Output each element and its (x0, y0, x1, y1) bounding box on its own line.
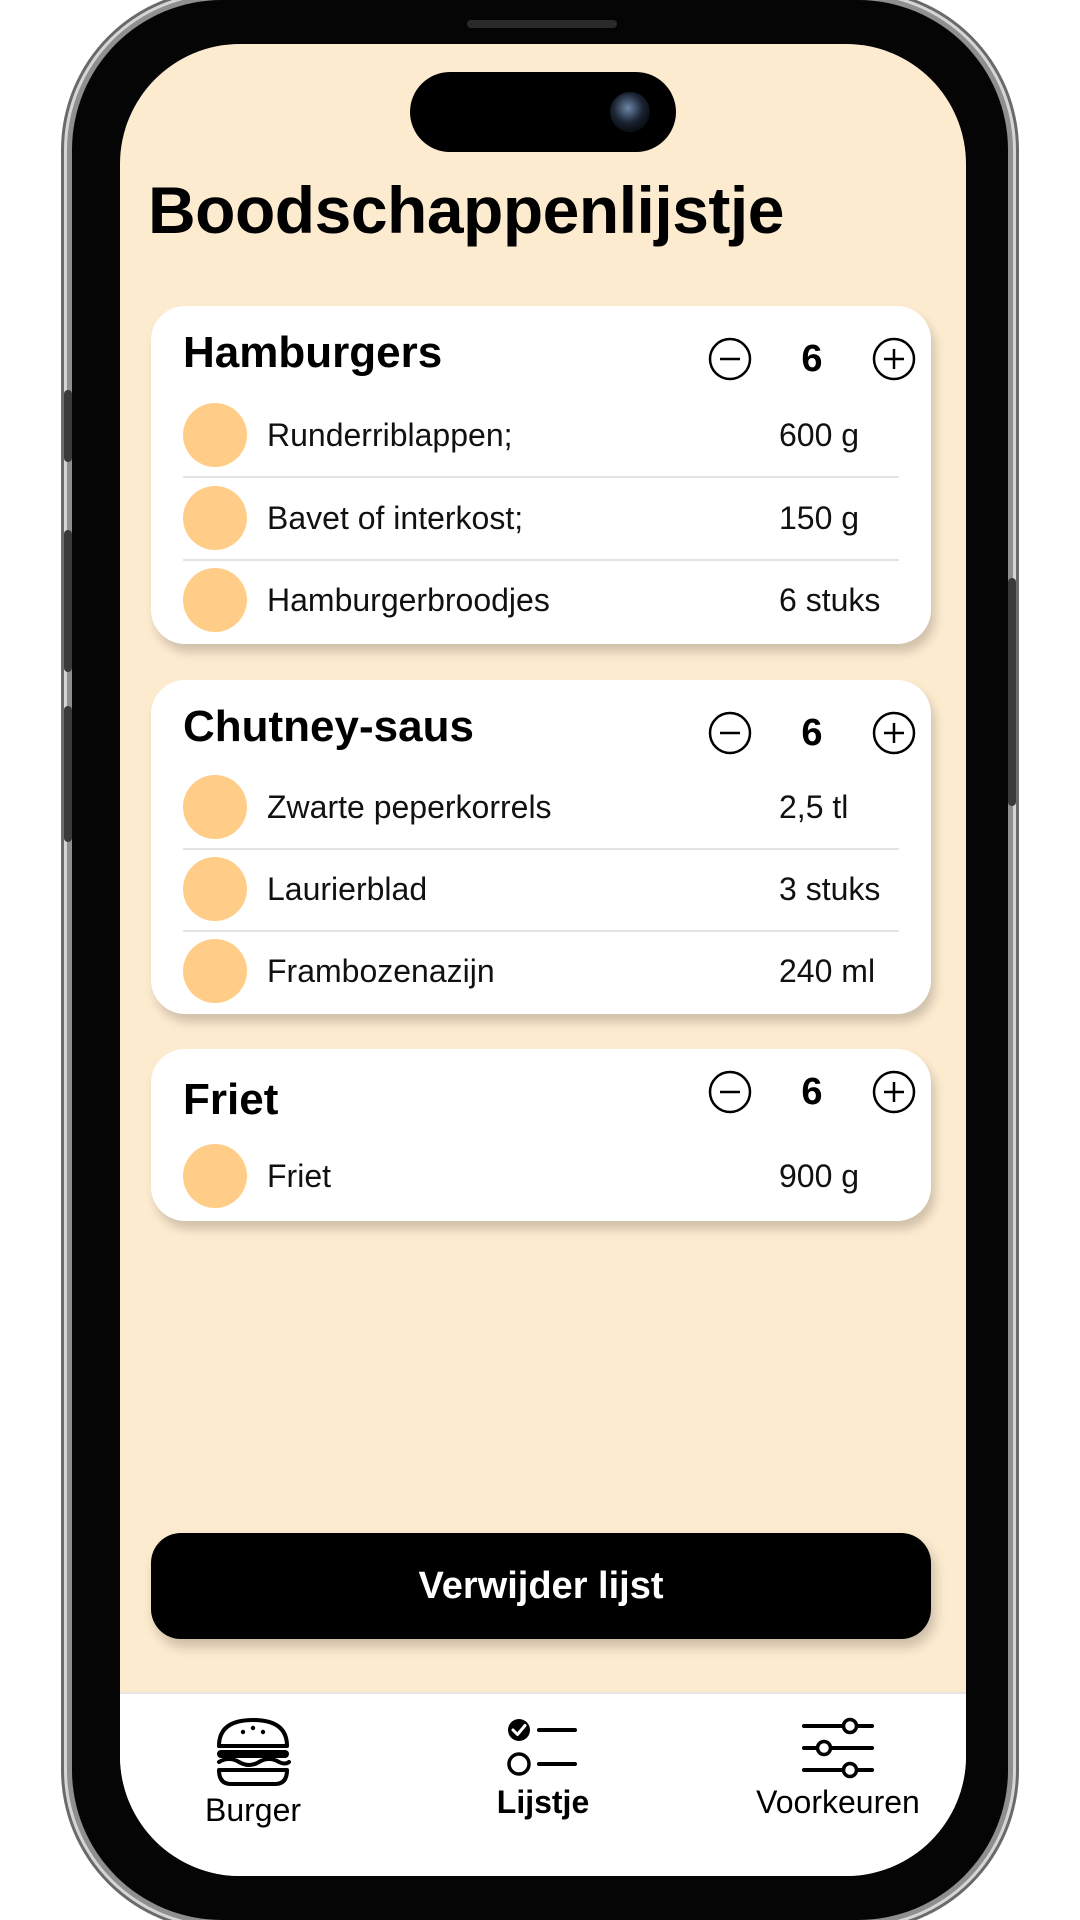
volume-up-button (64, 530, 72, 672)
check-circle-button[interactable] (183, 939, 247, 1003)
tab-label: Lijstje (496, 1784, 590, 1820)
ingredient-name: Hamburgerbroodjes (267, 582, 550, 618)
ingredient-quantity: 600 g (779, 417, 860, 453)
ingredient-row: Hamburgerbroodjes 6 stuks (183, 559, 899, 641)
portion-count: 6 (801, 338, 823, 380)
ingredient-row: Runderriblappen; 600 g (183, 394, 899, 476)
app-screen: Boodschappenlijstje Hamburgers 6 Runderr… (120, 44, 966, 1876)
ingredient-quantity: 150 g (779, 500, 860, 536)
ingredient-row: Frambozenazijn 240 ml (183, 930, 899, 1012)
section-card-chutney-saus: Chutney-saus 6 Zwarte peperkorrels 2,5 t… (151, 680, 931, 1014)
decrease-button[interactable] (707, 1069, 753, 1115)
plus-circle-icon (872, 711, 916, 755)
ingredient-quantity: 900 g (779, 1158, 860, 1194)
tab-voorkeuren[interactable]: Voorkeuren (728, 1694, 948, 1834)
increase-button[interactable] (871, 1069, 917, 1115)
minus-circle-icon (708, 337, 752, 381)
ingredient-name: Runderriblappen; (267, 417, 513, 453)
mute-switch (64, 390, 72, 462)
page-title: Boodschappenlijstje (148, 173, 784, 247)
check-circle-button[interactable] (183, 568, 247, 632)
ingredient-row: Laurierblad 3 stuks (183, 848, 899, 930)
tab-burger[interactable]: Burger (143, 1694, 363, 1834)
minus-circle-icon (708, 1070, 752, 1114)
check-circle-button[interactable] (183, 857, 247, 921)
portion-count: 6 (801, 712, 823, 754)
decrease-button[interactable] (707, 710, 753, 756)
decrease-button[interactable] (707, 336, 753, 382)
portion-count: 6 (801, 1071, 823, 1113)
ingredient-quantity: 2,5 tl (779, 789, 849, 825)
check-circle-button[interactable] (183, 1144, 247, 1208)
ingredient-quantity: 6 stuks (779, 582, 881, 618)
tab-bar: Burger Lijstje Voorkeuren (120, 1692, 966, 1876)
ingredient-name: Bavet of interkost; (267, 500, 524, 536)
check-circle-button[interactable] (183, 775, 247, 839)
section-title: Chutney-saus (183, 702, 474, 751)
ingredient-row: Zwarte peperkorrels 2,5 tl (183, 766, 899, 848)
burger-icon (217, 1718, 291, 1786)
increase-button[interactable] (871, 710, 917, 756)
tab-label: Burger (204, 1792, 302, 1828)
check-circle-button[interactable] (183, 403, 247, 467)
delete-list-button[interactable]: Verwijder lijst (151, 1533, 931, 1639)
tab-label: Voorkeuren (756, 1784, 920, 1820)
ingredient-name: Zwarte peperkorrels (267, 789, 552, 825)
section-title: Hamburgers (183, 328, 443, 377)
plus-circle-icon (872, 337, 916, 381)
ingredient-row: Friet 900 g (183, 1135, 899, 1217)
portion-stepper: 6 (707, 1069, 917, 1115)
portion-stepper: 6 (707, 710, 917, 756)
minus-circle-icon (708, 711, 752, 755)
ingredient-quantity: 3 stuks (779, 871, 881, 907)
ingredient-quantity: 240 ml (779, 953, 876, 989)
checklist-icon (507, 1719, 577, 1776)
section-card-hamburgers: Hamburgers 6 Runderriblappen; 600 g Bave… (151, 306, 931, 644)
stage: Boodschappenlijstje Hamburgers 6 Runderr… (0, 0, 1080, 1920)
section-card-friet: Friet 6 Friet 900 g (151, 1049, 931, 1221)
power-button (1008, 578, 1016, 806)
ingredient-name: Frambozenazijn (267, 953, 495, 989)
volume-down-button (64, 706, 72, 842)
ingredient-name: Laurierblad (267, 871, 428, 907)
check-circle-button[interactable] (183, 486, 247, 550)
section-title: Friet (183, 1075, 279, 1124)
plus-circle-icon (872, 1070, 916, 1114)
tab-lijstje[interactable]: Lijstje (433, 1694, 653, 1834)
earpiece (467, 20, 617, 28)
sliders-icon (802, 1717, 874, 1779)
dynamic-island (410, 72, 676, 152)
ingredient-name: Friet (267, 1158, 331, 1194)
camera-icon (610, 92, 650, 132)
portion-stepper: 6 (707, 336, 917, 382)
increase-button[interactable] (871, 336, 917, 382)
ingredient-row: Bavet of interkost; 150 g (183, 477, 899, 559)
